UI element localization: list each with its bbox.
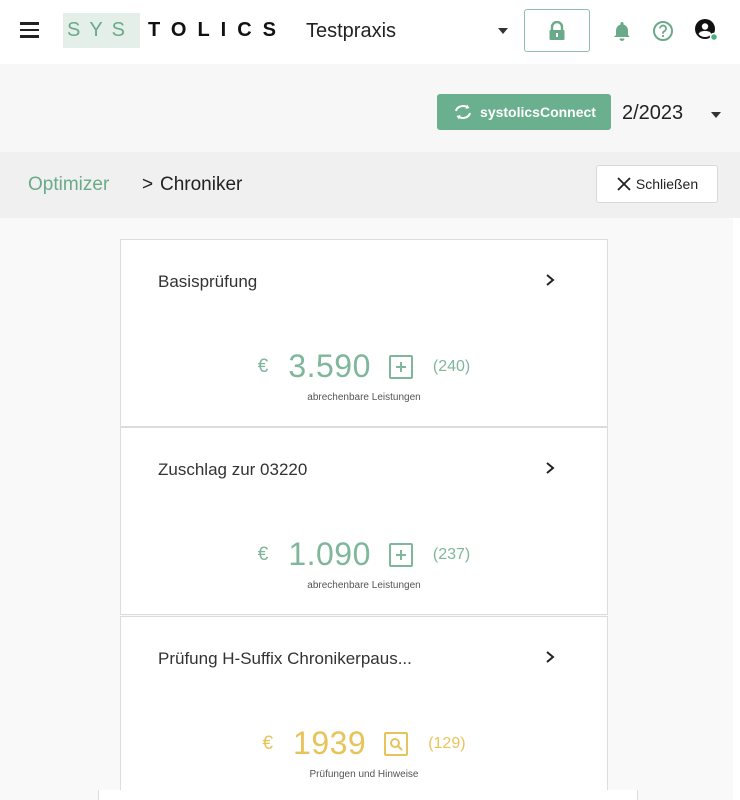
connect-label: systolicsConnect	[480, 104, 596, 120]
card-subtitle: abrechenbare Leistungen	[307, 392, 421, 403]
breadcrumb-optimizer-link[interactable]: Optimizer	[28, 174, 109, 196]
plus-icon[interactable]	[388, 354, 413, 379]
logo[interactable]: SYS TOLICS	[63, 13, 287, 48]
practice-select[interactable]: Testpraxis	[306, 20, 396, 43]
currency-symbol: €	[257, 355, 269, 377]
plus-icon[interactable]	[388, 542, 413, 567]
count: (129)	[428, 734, 466, 752]
user-icon[interactable]	[694, 18, 720, 49]
amount: 1.090	[288, 536, 371, 572]
card-subtitle: Prüfungen und Hinweise	[309, 769, 419, 780]
systolics-connect-button[interactable]: systolicsConnect	[437, 94, 611, 130]
chevron-right-icon[interactable]	[544, 649, 556, 665]
logo-part-2: TOLICS	[148, 19, 287, 41]
currency-symbol: €	[262, 732, 274, 754]
card-subtitle: abrechenbare Leistungen	[307, 580, 421, 591]
currency-symbol: €	[257, 543, 269, 565]
menu-icon[interactable]	[20, 20, 44, 42]
card-value: € 3.590 (240)	[121, 348, 607, 385]
practice-caret-icon[interactable]	[498, 28, 508, 34]
scroll-edge	[733, 218, 740, 800]
logo-part-1: SYS	[63, 13, 141, 48]
card-title: Basisprüfung	[158, 272, 258, 291]
chevron-right-icon[interactable]	[544, 272, 556, 288]
close-label: Schließen	[635, 176, 699, 192]
next-card-edge	[98, 790, 638, 800]
lock-button[interactable]	[524, 9, 590, 52]
chevron-right-icon[interactable]	[544, 460, 556, 476]
count: (237)	[432, 545, 471, 563]
card-value: € 1.090 (237)	[121, 536, 607, 573]
bell-icon[interactable]	[612, 20, 632, 47]
card-title: Prüfung H-Suffix Chronikerpaus...	[158, 649, 412, 668]
help-icon[interactable]	[652, 20, 674, 47]
amount: 3.590	[288, 348, 371, 384]
card-value: € 1939 (129)	[121, 725, 607, 762]
close-button[interactable]: Schließen	[596, 165, 718, 203]
card-zuschlag-03220[interactable]: Zuschlag zur 03220 € 1.090 (237) abreche…	[120, 427, 608, 615]
lock-icon	[549, 20, 565, 40]
amount: 1939	[293, 725, 367, 761]
breadcrumb-current: Chroniker	[160, 174, 243, 195]
quarter-caret-icon[interactable]	[711, 112, 721, 118]
breadcrumb-separator: >	[142, 174, 154, 195]
card-basispruefung[interactable]: Basisprüfung € 3.590 (240) abrechenbare …	[120, 239, 608, 427]
count: (240)	[432, 357, 471, 375]
sync-icon	[455, 104, 472, 120]
quarter-select[interactable]: 2/2023	[622, 102, 683, 125]
close-icon	[617, 177, 631, 191]
search-icon[interactable]	[384, 731, 409, 756]
card-title: Zuschlag zur 03220	[158, 460, 308, 479]
card-h-suffix-pruefung[interactable]: Prüfung H-Suffix Chronikerpaus... € 1939…	[120, 616, 608, 800]
